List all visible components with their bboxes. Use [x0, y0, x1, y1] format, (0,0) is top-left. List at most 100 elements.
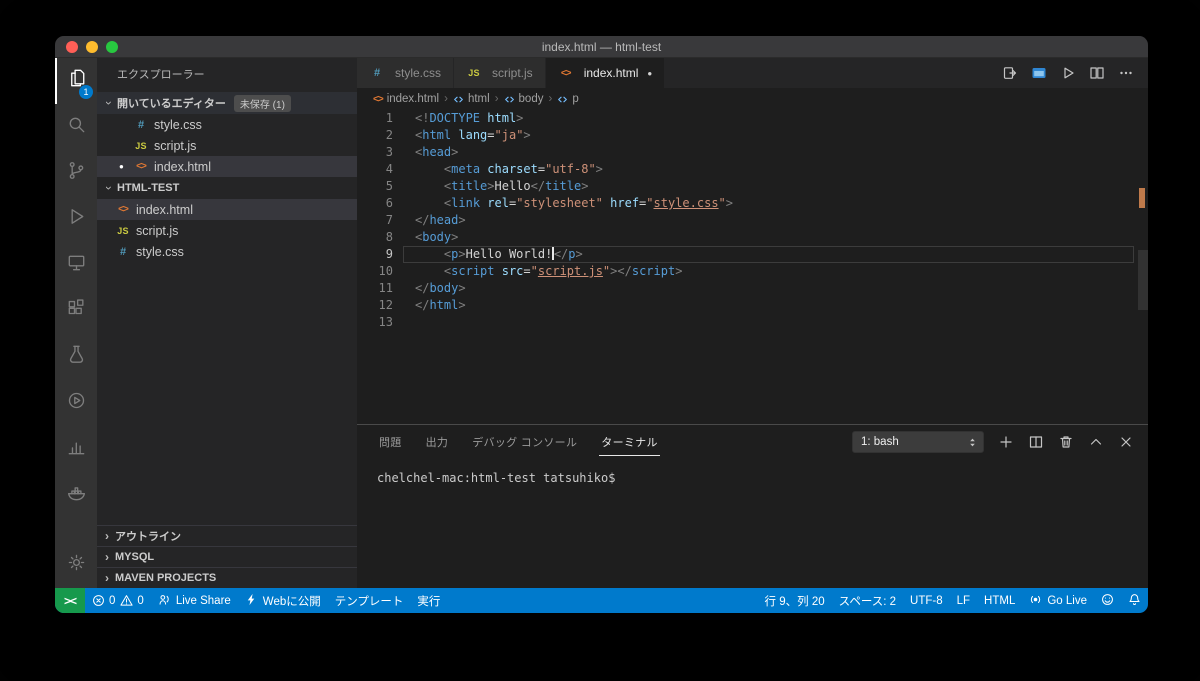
section-label: アウトライン	[115, 528, 181, 544]
status-live-share[interactable]: Live Share	[151, 588, 238, 613]
code-line-6[interactable]: 6 <link rel="stylesheet" href="style.css…	[357, 195, 1148, 212]
open-editors-header[interactable]: › 開いているエディター 未保存 (1)	[97, 92, 357, 114]
code-line-8[interactable]: 8<body>	[357, 229, 1148, 246]
sidebar-section-MYSQL[interactable]: ›MYSQL	[97, 546, 357, 567]
open-editor-style.css[interactable]: #style.css	[97, 114, 357, 135]
status-label: スペース: 2	[839, 593, 896, 609]
code-line-3[interactable]: 3<head>	[357, 144, 1148, 161]
activity-testing-button[interactable]	[55, 334, 97, 380]
status-eol[interactable]: LF	[950, 588, 977, 613]
code-editor[interactable]: 1<!DOCTYPE html>2<html lang="ja">3<head>…	[357, 110, 1148, 424]
sidebar-section-MAVEN PROJECTS[interactable]: ›MAVEN PROJECTS	[97, 567, 357, 588]
status-go-live[interactable]: Go Live	[1022, 588, 1094, 613]
tab-style.css[interactable]: #style.css	[357, 58, 454, 88]
open-preview-icon[interactable]	[1002, 65, 1018, 81]
code-line-12[interactable]: 12</html>	[357, 297, 1148, 314]
terminal-content[interactable]: chelchel-mac:html-test tatsuhiko$	[357, 459, 1148, 588]
folder-header[interactable]: › HTML-TEST	[97, 177, 357, 199]
new-terminal-icon[interactable]	[998, 434, 1014, 450]
panel-tab-問題[interactable]: 問題	[377, 428, 404, 456]
line-number: 1	[357, 110, 403, 127]
status-language-mode[interactable]: HTML	[977, 588, 1022, 613]
code-line-11[interactable]: 11</body>	[357, 280, 1148, 297]
status-feedback[interactable]	[1094, 588, 1121, 613]
activity-code-runner-button[interactable]	[55, 380, 97, 426]
code-line-9[interactable]: 9 <p>Hello World!</p>	[357, 246, 1148, 263]
sidebar-section-アウトライン[interactable]: ›アウトライン	[97, 525, 357, 546]
breadcrumb-item-body[interactable]: body	[504, 93, 544, 105]
kill-terminal-icon[interactable]	[1058, 434, 1074, 450]
problems-indicator[interactable]: 00	[85, 588, 151, 613]
window-title: index.html — html-test	[542, 40, 661, 54]
code-line-13[interactable]: 13	[357, 314, 1148, 331]
status-encoding[interactable]: UTF-8	[903, 588, 950, 613]
tree-item-style.css[interactable]: #style.css	[97, 241, 357, 262]
code-content: <link rel="stylesheet" href="style.css">	[403, 195, 1134, 212]
run-file-icon[interactable]	[1060, 65, 1076, 81]
terminal-shell-select[interactable]: 1: bash	[852, 431, 984, 453]
zoom-window-button[interactable]	[106, 41, 118, 53]
panel-tab-デバッグ コンソール[interactable]: デバッグ コンソール	[470, 428, 579, 456]
panel-tab-出力[interactable]: 出力	[424, 428, 451, 456]
activity-search-button[interactable]	[55, 104, 97, 150]
code-content: <p>Hello World!</p>	[403, 246, 1134, 263]
browser-preview-icon[interactable]	[1031, 65, 1047, 81]
breadcrumb-item-p[interactable]: p	[557, 93, 578, 105]
close-panel-icon[interactable]	[1118, 434, 1134, 450]
remote-indicator[interactable]: ><	[55, 588, 85, 613]
code-line-2[interactable]: 2<html lang="ja">	[357, 127, 1148, 144]
close-window-button[interactable]	[66, 41, 78, 53]
html-file-icon: <>	[558, 68, 574, 79]
search-icon	[65, 113, 88, 141]
maximize-panel-icon[interactable]	[1088, 434, 1104, 450]
status-label: Webに公開	[263, 593, 321, 609]
line-number: 12	[357, 297, 403, 314]
activity-run-debug-button[interactable]	[55, 196, 97, 242]
status-run[interactable]: 実行	[410, 588, 447, 613]
code-line-7[interactable]: 7</head>	[357, 212, 1148, 229]
activity-explorer-button[interactable]: 1	[55, 58, 97, 104]
activity-remote-explorer-button[interactable]	[55, 242, 97, 288]
more-actions-icon[interactable]	[1118, 65, 1134, 81]
status-notifications[interactable]	[1121, 588, 1148, 613]
tree-item-script.js[interactable]: JSscript.js	[97, 220, 357, 241]
panel-tab-ターミナル[interactable]: ターミナル	[599, 428, 660, 456]
resource-monitor-icon	[65, 435, 88, 463]
code-line-4[interactable]: 4 <meta charset="utf-8">	[357, 161, 1148, 178]
status-label: LF	[957, 595, 970, 607]
open-editor-index.html[interactable]: ●<>index.html	[97, 156, 357, 177]
code-content: <!DOCTYPE html>	[403, 110, 1134, 127]
titlebar[interactable]: index.html — html-test	[55, 36, 1148, 58]
activity-resource-monitor-button[interactable]	[55, 426, 97, 472]
tab-label: style.css	[395, 66, 441, 80]
bottom-panel: 問題出力デバッグ コンソールターミナル 1: bash chelchel-mac…	[357, 424, 1148, 588]
activity-extensions-button[interactable]	[55, 288, 97, 334]
code-line-1[interactable]: 1<!DOCTYPE html>	[357, 110, 1148, 127]
editor-scrollbar[interactable]	[1138, 250, 1148, 310]
breadcrumb-item-html[interactable]: html	[453, 93, 490, 105]
status-label: UTF-8	[910, 595, 943, 607]
status-publish-web[interactable]: Webに公開	[238, 588, 328, 613]
tree-item-index.html[interactable]: <>index.html	[97, 199, 357, 220]
broadcast-icon	[1029, 593, 1042, 609]
code-line-5[interactable]: 5 <title>Hello</title>	[357, 178, 1148, 195]
activity-settings-button[interactable]	[55, 542, 97, 588]
status-cursor-position[interactable]: 行 9、列 20	[758, 588, 832, 613]
tab-script.js[interactable]: JSscript.js	[454, 58, 546, 88]
status-indentation[interactable]: スペース: 2	[832, 588, 903, 613]
code-line-10[interactable]: 10 <script src="script.js"></script>	[357, 263, 1148, 280]
tab-index.html[interactable]: <>index.html●	[546, 58, 666, 88]
line-number: 9	[357, 246, 403, 263]
breadcrumb-item-index.html[interactable]: <>index.html	[373, 93, 439, 105]
minimize-window-button[interactable]	[86, 41, 98, 53]
split-editor-icon[interactable]	[1089, 65, 1105, 81]
breadcrumb-separator: ›	[548, 93, 552, 105]
warning-count: 0	[137, 595, 143, 607]
code-content: </head>	[403, 212, 1134, 229]
split-terminal-icon[interactable]	[1028, 434, 1044, 450]
status-template[interactable]: テンプレート	[328, 588, 411, 613]
open-editor-script.js[interactable]: JSscript.js	[97, 135, 357, 156]
activity-source-control-button[interactable]	[55, 150, 97, 196]
activity-docker-button[interactable]	[55, 472, 97, 518]
sidebar-title: エクスプローラー	[97, 58, 357, 92]
